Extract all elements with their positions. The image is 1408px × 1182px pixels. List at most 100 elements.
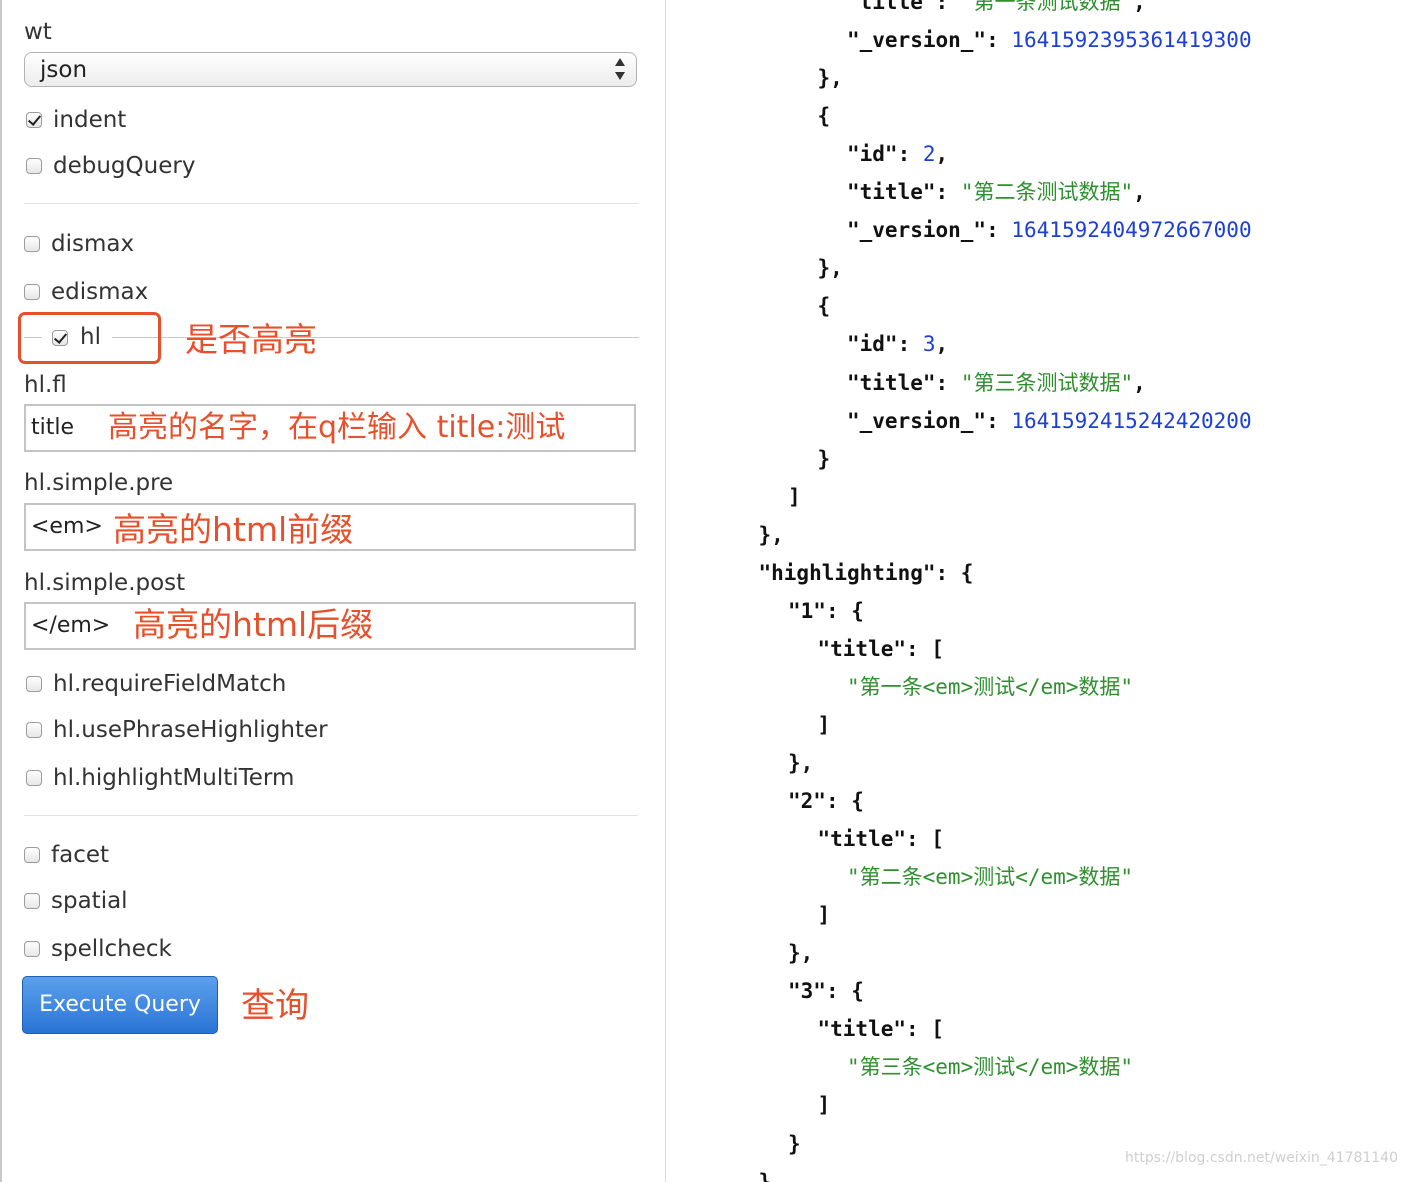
json-punct: : {	[935, 560, 974, 585]
json-line: "id": 2,	[847, 140, 948, 168]
json-punct: ]	[788, 484, 801, 509]
json-line: {	[818, 292, 831, 320]
json-line: "title": "第一条测试数据",	[847, 0, 1146, 16]
json-line: "id": 3,	[847, 330, 948, 358]
json-line: },	[818, 64, 843, 92]
dismax-label: dismax	[51, 231, 135, 257]
json-line: }	[759, 1168, 772, 1182]
hl-requirefieldmatch-label: hl.requireFieldMatch	[53, 671, 287, 697]
json-key: "highlighting"	[758, 560, 936, 585]
annotation-post: 高亮的html后缀	[133, 605, 374, 644]
json-number: 3	[922, 332, 936, 357]
select-arrows-icon	[614, 57, 626, 83]
divider	[24, 815, 638, 816]
json-punct: : [	[906, 827, 944, 852]
json-punct: ,	[1133, 0, 1146, 14]
spellcheck-checkbox[interactable]	[24, 941, 40, 957]
hl-requirefieldmatch-checkbox[interactable]	[26, 676, 42, 692]
dismax-checkbox[interactable]	[24, 236, 40, 252]
execute-query-button[interactable]: Execute Query	[22, 976, 218, 1034]
hl-fl-label: hl.fl	[24, 372, 67, 398]
json-line: "第一条<em>测试</em>数据"	[847, 673, 1133, 701]
json-key: "1"	[788, 598, 826, 623]
json-line: "highlighting": {	[759, 559, 974, 587]
json-line: "2": {	[788, 787, 864, 815]
debugquery-checkbox[interactable]	[26, 158, 42, 174]
spatial-checkbox[interactable]	[24, 893, 40, 909]
json-line: "第二条<em>测试</em>数据"	[847, 863, 1133, 891]
json-punct: ,	[935, 332, 949, 357]
json-punct: :	[986, 218, 1012, 243]
json-number: 1641592395361419300	[1011, 28, 1252, 53]
json-punct: }	[817, 446, 831, 471]
json-punct: ,	[1133, 180, 1146, 205]
query-options-panel: wt json indent debugQuery dismax edismax…	[0, 0, 666, 1182]
json-string: "第二条测试数据"	[960, 180, 1134, 205]
hl-usephrasehighlighter-checkbox[interactable]	[26, 722, 42, 738]
json-punct: ]	[817, 1093, 831, 1118]
wt-select-value: json	[40, 57, 88, 83]
json-punct: },	[817, 256, 843, 281]
json-punct: :	[897, 332, 923, 357]
json-line: "title": "第二条测试数据",	[847, 178, 1146, 206]
hl-highlightmultiterm-label: hl.highlightMultiTerm	[53, 765, 295, 791]
json-punct: },	[817, 66, 843, 91]
json-line: "title": [	[818, 635, 944, 663]
json-punct: }	[758, 1169, 772, 1182]
edismax-checkbox[interactable]	[24, 284, 40, 300]
json-line: "_version_": 1641592415242420200	[847, 407, 1252, 435]
json-punct: {	[817, 104, 831, 129]
json-punct: :	[897, 142, 923, 167]
wt-label: wt	[24, 19, 52, 45]
json-punct: :	[986, 28, 1012, 53]
json-punct: :	[935, 0, 961, 14]
json-key: "title"	[847, 0, 936, 14]
json-key: "title"	[817, 636, 907, 661]
json-punct: ]	[817, 903, 831, 928]
json-key: "title"	[847, 180, 936, 205]
json-number: 1641592415242420200	[1011, 408, 1252, 433]
json-number: 1641592404972667000	[1011, 218, 1252, 243]
json-key: "2"	[788, 789, 826, 814]
json-line: {	[818, 102, 831, 130]
json-punct: : {	[825, 598, 864, 623]
annotation-execute: 查询	[241, 986, 309, 1026]
json-punct: :	[986, 408, 1012, 433]
json-punct: }	[788, 1131, 801, 1156]
indent-checkbox[interactable]	[26, 112, 42, 128]
facet-checkbox[interactable]	[24, 847, 40, 863]
json-key: "title"	[817, 1017, 907, 1042]
json-key: "id"	[847, 142, 898, 167]
json-string: "第一条测试数据"	[960, 0, 1134, 14]
json-string: "第三条测试数据"	[960, 370, 1134, 395]
json-key: "3"	[788, 979, 826, 1004]
json-line: },	[818, 254, 843, 282]
hl-simple-pre-label: hl.simple.pre	[24, 470, 174, 496]
wt-select[interactable]: json	[24, 52, 637, 87]
json-punct: ]	[817, 712, 831, 737]
annotation-pre: 高亮的html前缀	[113, 510, 354, 549]
json-line: "title": [	[818, 1015, 944, 1043]
json-key: "_version_"	[847, 28, 987, 53]
edismax-label: edismax	[51, 279, 149, 305]
hl-highlight-box	[18, 312, 161, 364]
json-line: }	[818, 445, 831, 473]
json-string: "第三条<em>测试</em>数据"	[847, 1055, 1134, 1080]
json-punct: {	[817, 294, 831, 319]
divider	[24, 203, 638, 204]
hl-simple-post-value: </em>	[31, 613, 111, 638]
json-punct: :	[935, 370, 961, 395]
json-punct: : {	[825, 789, 864, 814]
checkmark-icon	[27, 112, 42, 126]
json-key: "_version_"	[847, 218, 987, 243]
hl-simple-post-label: hl.simple.post	[24, 570, 186, 596]
hl-highlightmultiterm-checkbox[interactable]	[26, 770, 42, 786]
json-line: },	[788, 939, 813, 967]
json-punct: },	[788, 751, 814, 775]
json-punct: : [	[906, 1017, 944, 1042]
json-line: "_version_": 1641592404972667000	[847, 216, 1252, 244]
json-line: ]	[818, 901, 831, 929]
watermark: https://blog.csdn.net/weixin_41781140	[1124, 1150, 1398, 1166]
json-key: "_version_"	[847, 408, 987, 433]
json-key: "title"	[817, 827, 907, 852]
